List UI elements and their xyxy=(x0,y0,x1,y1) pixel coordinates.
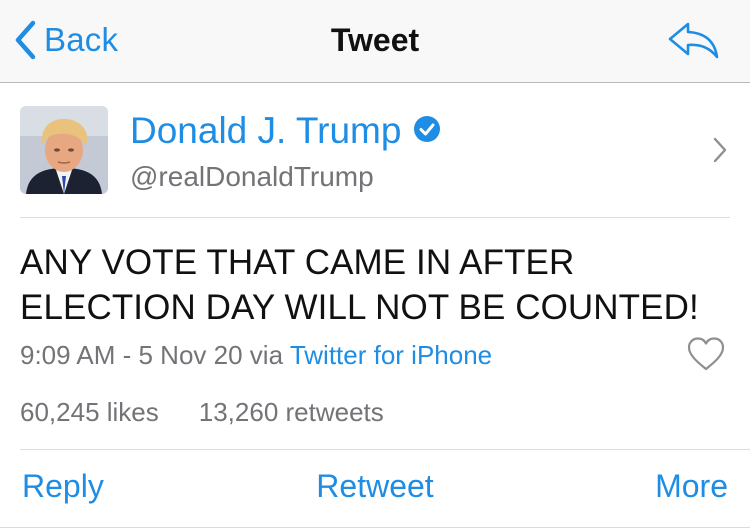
tweet-stats: 60,245 likes 13,260 retweets xyxy=(20,397,384,428)
likes-count[interactable]: 60,245 likes xyxy=(20,397,159,428)
retweet-button[interactable]: Retweet xyxy=(316,468,433,504)
reply-nav-button[interactable] xyxy=(666,20,722,65)
more-button[interactable]: More xyxy=(655,468,728,505)
retweet-button-wrapper: Retweet xyxy=(0,468,750,505)
author-display-name: Donald J. Trump xyxy=(130,110,441,152)
heart-icon xyxy=(687,337,725,371)
divider xyxy=(0,527,750,528)
reply-button[interactable]: Reply xyxy=(22,468,104,505)
page-title: Tweet xyxy=(330,22,420,58)
navigation-bar: Back Tweet xyxy=(0,0,750,83)
tweet-meta: 9:09 AM - 5 Nov 20 via Twitter for iPhon… xyxy=(20,340,492,371)
tweet-text: ANY VOTE THAT CAME IN AFTER ELECTION DAY… xyxy=(20,243,699,327)
action-bar: Reply Retweet More xyxy=(0,468,750,512)
author-name-text: Donald J. Trump xyxy=(130,110,402,151)
divider xyxy=(20,217,730,218)
author-handle: @realDonaldTrump xyxy=(130,161,374,192)
chevron-right-icon xyxy=(712,136,728,169)
like-button[interactable] xyxy=(686,336,726,377)
author-row[interactable]: Donald J. Trump @realDonaldTrump xyxy=(0,84,750,218)
divider xyxy=(20,449,750,450)
retweets-count[interactable]: 13,260 retweets xyxy=(199,397,384,428)
reply-arrow-icon xyxy=(668,22,719,59)
verified-badge-icon xyxy=(413,110,441,152)
tweet-timestamp: 9:09 AM - 5 Nov 20 xyxy=(20,340,243,370)
avatar xyxy=(20,106,108,194)
tweet-source-link[interactable]: Twitter for iPhone xyxy=(290,340,492,370)
via-label: via xyxy=(249,340,284,370)
